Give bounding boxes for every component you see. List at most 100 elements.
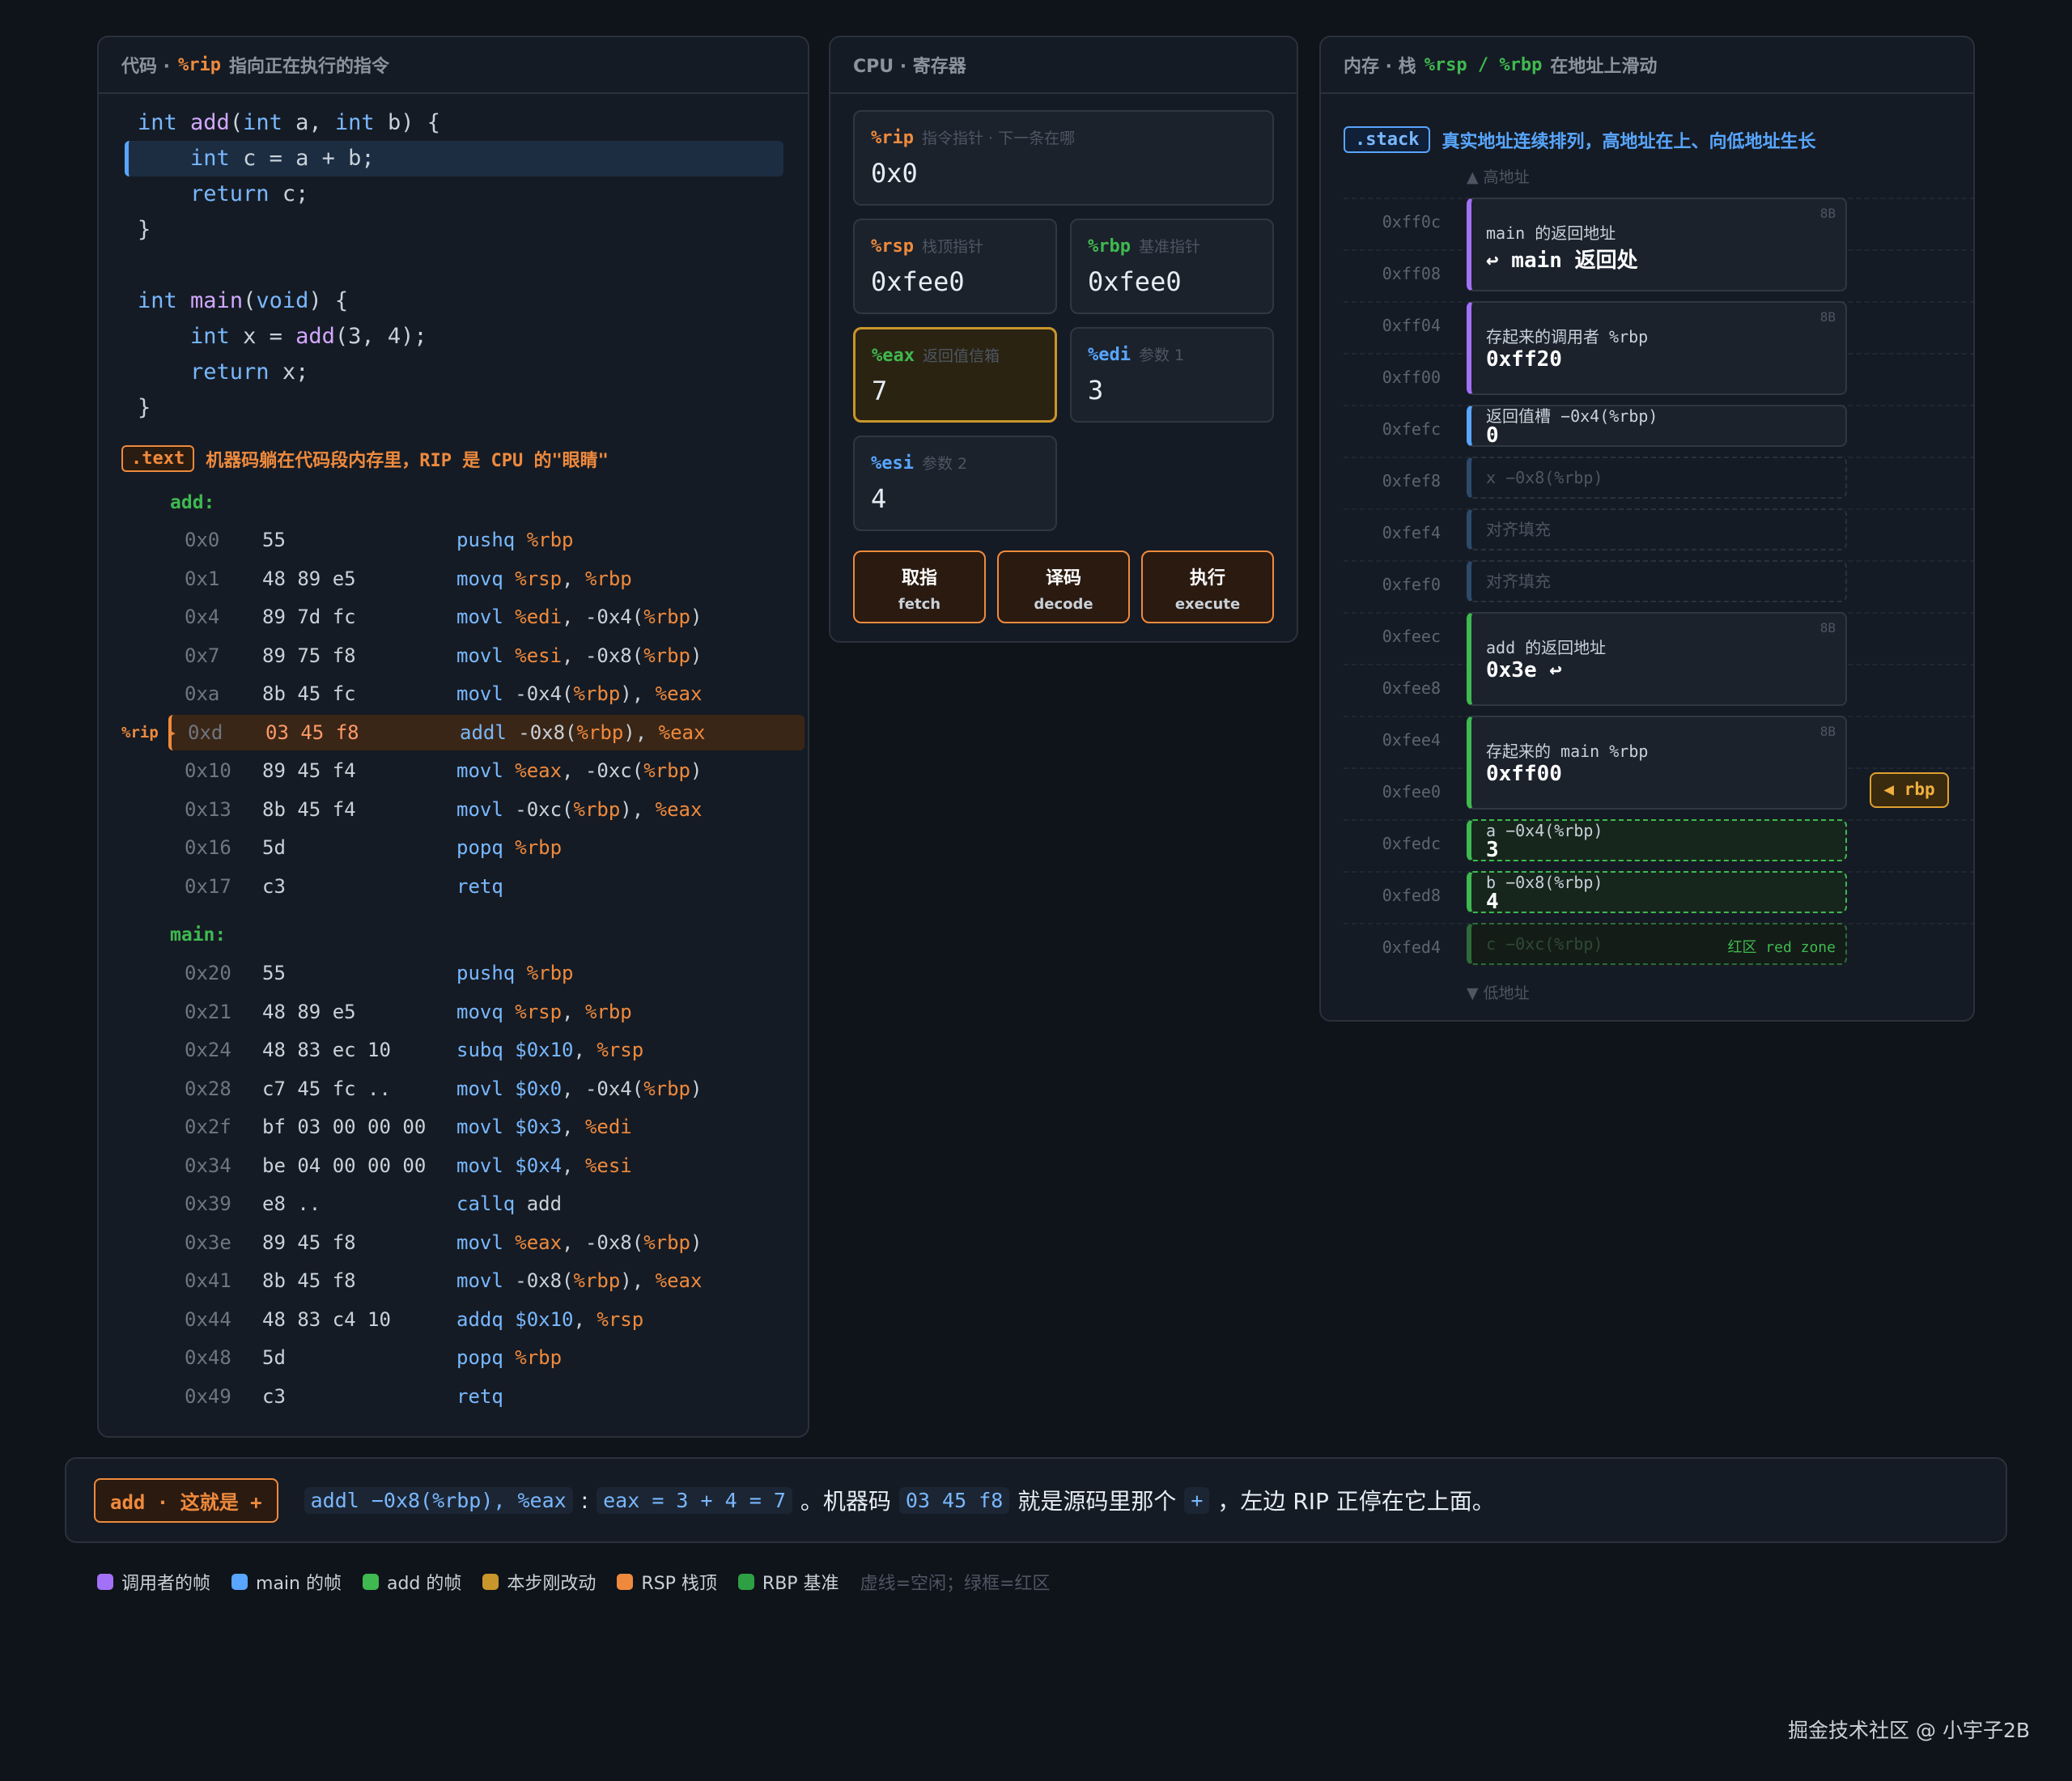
asm-address: 0x24 xyxy=(185,1039,231,1061)
asm-address: 0x0 xyxy=(185,529,220,551)
register-eax: %eax 返回值信箱 7 xyxy=(853,327,1057,423)
fetch-sublabel: fetch xyxy=(898,596,941,613)
edi-desc: 参数 1 xyxy=(1138,346,1185,364)
asm-bytes: 89 7d fc xyxy=(262,606,356,628)
asm-bytes: 48 83 ec 10 xyxy=(262,1039,391,1061)
asm-instruction: movl %edi, -0x4(%rbp) xyxy=(456,606,703,628)
asm-row: 0x16 5d popq %rbp xyxy=(168,830,801,865)
explain-text-2: 就是源码里那个 xyxy=(1017,1488,1177,1515)
rbp-pointer-tag: ◀ rbp xyxy=(1870,772,1949,808)
slot-size: 8B xyxy=(1819,620,1836,635)
slot-value: 0xff00 xyxy=(1486,762,1562,786)
slot-a: a −0x4(%rbp) 3 xyxy=(1467,819,1847,861)
asm-bytes: 89 45 f8 xyxy=(262,1231,356,1254)
register-rip: %rip 指令指针 · 下一条在哪 0x0 xyxy=(853,110,1274,206)
low-address-label: ▼ 低地址 xyxy=(1467,984,1530,1002)
code-title-suffix: 指向正在执行的指令 xyxy=(229,57,390,77)
asm-address: 0x21 xyxy=(185,1000,231,1023)
fetch-button[interactable]: 取指 fetch xyxy=(853,550,986,623)
asm-address: 0x2f xyxy=(185,1116,231,1138)
source-line: int add(int a, int b) { xyxy=(138,110,440,135)
asm-bytes: 55 xyxy=(262,962,286,984)
asm-bytes: c3 xyxy=(262,874,286,898)
asm-bytes: 03 45 f8 xyxy=(265,720,359,744)
slot-value: 4 xyxy=(1486,890,1499,914)
code-title-prefix: 代码 · xyxy=(121,57,171,77)
cpu-title: CPU · 寄存器 xyxy=(853,57,966,77)
slot-label: 对齐填充 xyxy=(1486,572,1551,591)
slot-saved-caller-rbp: 8B 存起来的调用者 %rbp 0xff20 xyxy=(1467,301,1847,395)
asm-instruction: movq %rsp, %rbp xyxy=(456,1000,632,1023)
asm-row-current: 0xd 03 45 f8 addl -0x8(%rbp), %eax xyxy=(168,714,805,750)
slot-size: 8B xyxy=(1819,206,1836,221)
explanation-bar: add · 这就是 + addl −0x8(%rbp), %eax : eax … xyxy=(65,1457,2007,1543)
legend-item: RSP 栈顶 xyxy=(617,1569,717,1595)
legend-label: 本步刚改动 xyxy=(507,1574,597,1594)
asm-instruction: addl -0x8(%rbp), %eax xyxy=(460,720,706,744)
asm-address: 0x17 xyxy=(185,874,231,898)
execute-button[interactable]: 执行 execute xyxy=(1141,550,1274,623)
slot-x: x −0x8(%rbp) xyxy=(1467,457,1847,499)
legend-label: 调用者的帧 xyxy=(121,1574,211,1594)
decode-sublabel: decode xyxy=(1034,596,1093,613)
asm-bytes: c3 xyxy=(262,1384,286,1408)
source-line: return x; xyxy=(190,359,309,385)
address-label: 0xfee8 xyxy=(1382,678,1441,698)
add-badge: add · 这就是 + xyxy=(94,1477,278,1523)
text-section-note: .text 机器码躺在代码段内存里，RIP 是 CPU 的"眼睛" xyxy=(121,445,609,472)
asm-instruction: pushq %rbp xyxy=(456,962,574,984)
footer-watermark: 掘金技术社区 @ 小宇子2B xyxy=(1788,1719,2030,1742)
eax-name: %eax xyxy=(872,346,915,366)
asm-instruction: movl %eax, -0xc(%rbp) xyxy=(456,759,703,782)
asm-address: 0x10 xyxy=(185,759,231,782)
address-label: 0xfee0 xyxy=(1382,782,1441,801)
asm-bytes: c7 45 fc .. xyxy=(262,1077,391,1100)
slot-label: add 的返回地址 xyxy=(1486,638,1607,657)
slot-label: b −0x8(%rbp) xyxy=(1486,873,1603,892)
asm-instruction: movl -0xc(%rbp), %eax xyxy=(456,797,703,821)
legend: 调用者的帧 main 的帧 add 的帧 本步刚改动 RSP 栈顶 RBP 基准 虚线=空闲… xyxy=(97,1569,1050,1595)
source-line: } xyxy=(138,395,151,420)
source-line-active: int c = a + b; xyxy=(125,141,783,176)
address-label: 0xfed4 xyxy=(1382,937,1441,957)
asm-bytes: 8b 45 f8 xyxy=(262,1269,356,1292)
asm-row: 0x21 48 89 e5 movq %rsp, %rbp xyxy=(168,994,801,1030)
asm-row: 0x2f bf 03 00 00 00 movl $0x3, %edi xyxy=(168,1109,801,1145)
stack-note: 真实地址连续排列，高地址在上、向低地址生长 xyxy=(1441,131,1816,152)
asm-address: 0x48 xyxy=(185,1346,231,1369)
asm-instruction: movl -0x8(%rbp), %eax xyxy=(456,1269,703,1292)
asm-address: 0x3e xyxy=(185,1231,231,1254)
address-label: 0xff0c xyxy=(1382,212,1441,232)
execute-sublabel: execute xyxy=(1174,596,1241,613)
asm-label-main: main: xyxy=(170,925,227,946)
legend-swatch xyxy=(482,1574,499,1590)
asm-bytes: e8 .. xyxy=(262,1192,321,1215)
asm-instruction: addq $0x10, %rsp xyxy=(456,1307,644,1331)
explain-text-3: ，左边 RIP 正停在它上面。 xyxy=(1217,1488,1495,1515)
slot-size: 8B xyxy=(1819,724,1836,739)
slot-padding: 对齐填充 xyxy=(1467,560,1847,602)
code-title-reg: %rip xyxy=(178,54,222,75)
rip-marker: %rip ▸ xyxy=(121,724,177,742)
memory-panel: 内存 · 栈 %rsp / %rbp 在地址上滑动 .stack 真实地址连续排… xyxy=(1319,36,1975,1022)
rsp-name: %rsp xyxy=(871,236,914,257)
code-panel-header: 代码 · %rip 指向正在执行的指令 xyxy=(99,37,808,94)
asm-row: 0x28 c7 45 fc .. movl $0x0, -0x4(%rbp) xyxy=(168,1071,801,1107)
address-label: 0xff08 xyxy=(1382,264,1441,283)
slot-label: 存起来的 main %rbp xyxy=(1486,742,1649,761)
legend-item: add 的帧 xyxy=(362,1569,461,1595)
slot-label: 返回值槽 −0x4(%rbp) xyxy=(1486,406,1658,426)
asm-bytes: 48 83 c4 10 xyxy=(262,1307,391,1331)
text-section-description: 机器码躺在代码段内存里，RIP 是 CPU 的"眼睛" xyxy=(206,450,609,471)
asm-address: 0x13 xyxy=(185,797,231,821)
asm-row: 0x20 55 pushq %rbp xyxy=(168,955,801,991)
legend-label: RBP 基准 xyxy=(762,1574,839,1594)
asm-bytes: 5d xyxy=(262,836,286,859)
slot-value: 0x3e ↩ xyxy=(1486,658,1562,682)
asm-address: 0x20 xyxy=(185,962,231,984)
legend-swatch xyxy=(231,1574,248,1590)
asm-row: 0x48 5d popq %rbp xyxy=(168,1340,801,1375)
decode-button[interactable]: 译码 decode xyxy=(997,550,1130,623)
asm-row: 0xa 8b 45 fc movl -0x4(%rbp), %eax xyxy=(168,676,801,712)
text-section-tag: .text xyxy=(121,445,195,472)
